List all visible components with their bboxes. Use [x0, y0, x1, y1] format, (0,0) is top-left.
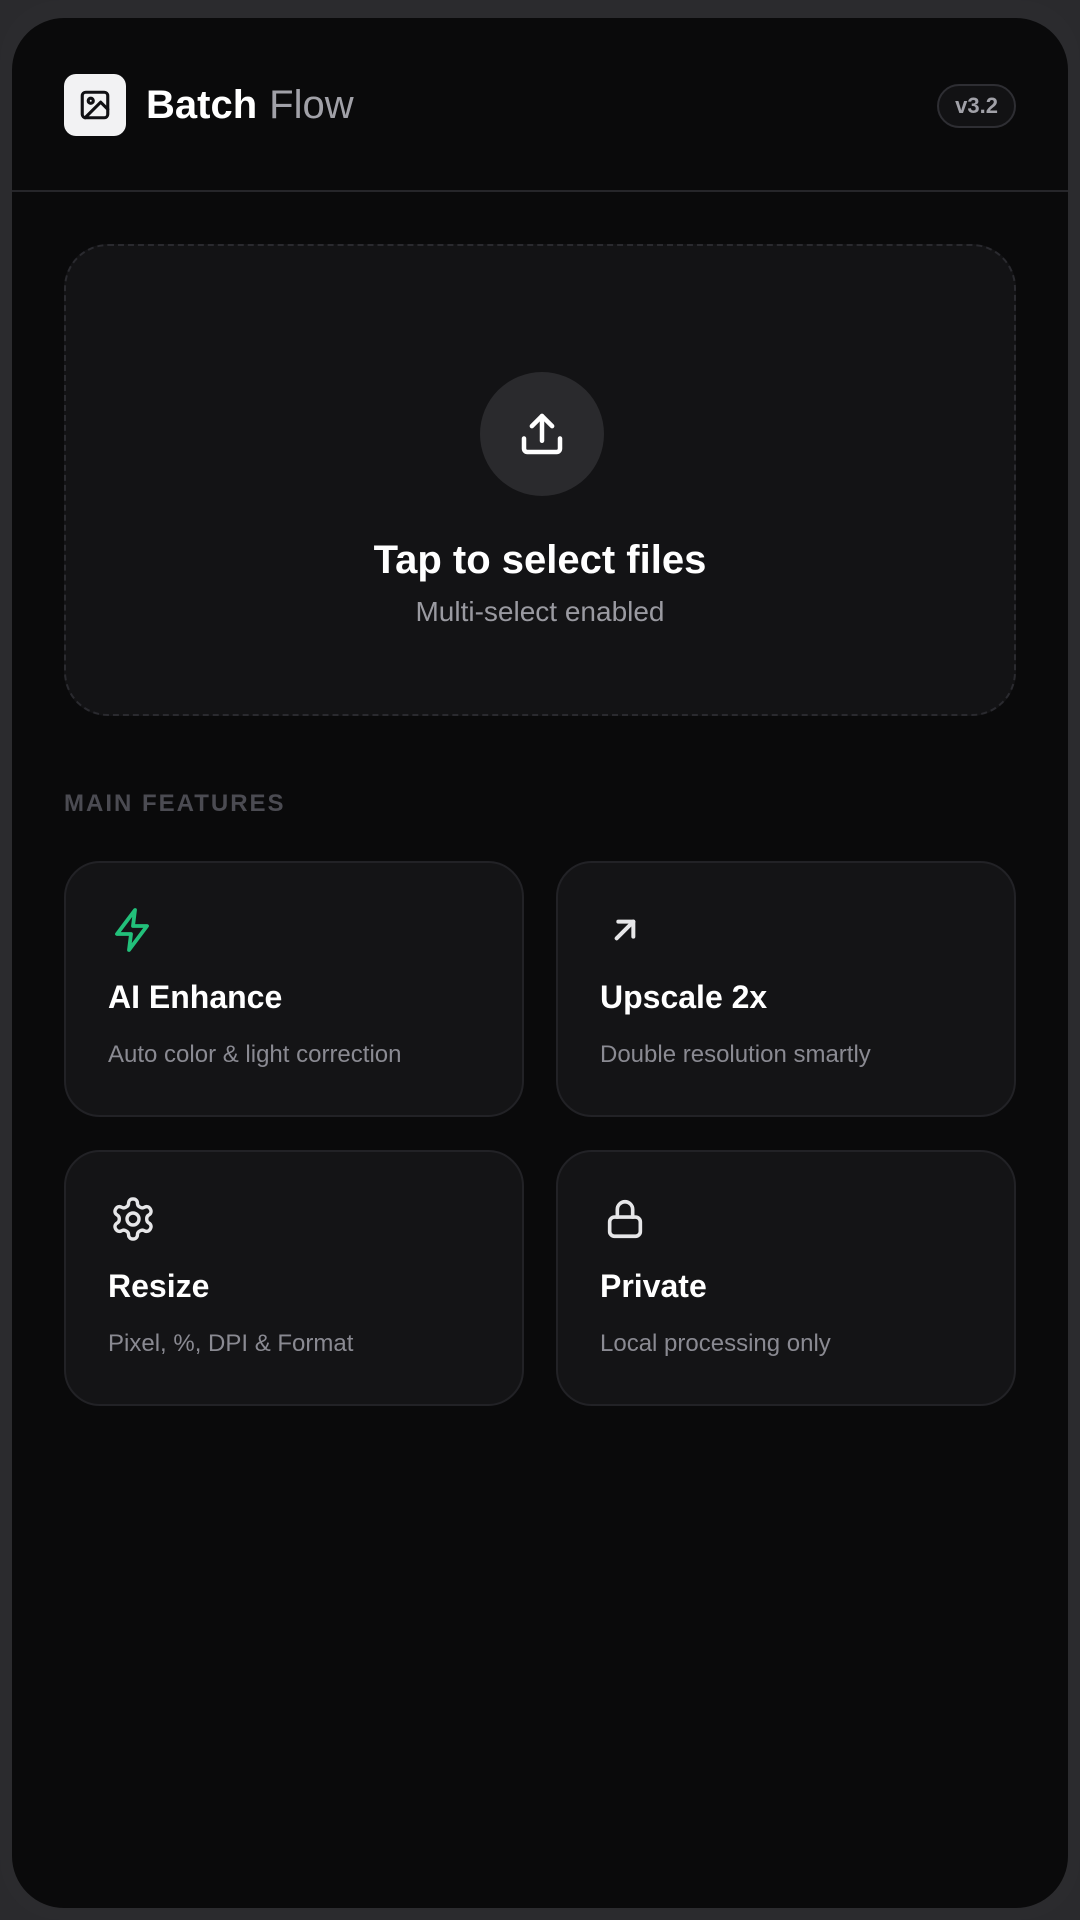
feature-card-upscale[interactable]: Upscale 2x Double resolution smartly: [556, 861, 1016, 1117]
app-screen: Batch Flow v3.2 Tap to select files Multi…: [12, 18, 1068, 1908]
feature-title: AI Enhance: [108, 979, 283, 1015]
lock-icon: [600, 1194, 650, 1244]
device-frame: Batch Flow v3.2 Tap to select files Multi…: [0, 0, 1080, 1920]
dropzone-title: Tap to select files: [373, 538, 707, 582]
app-title: Batch Flow: [146, 80, 354, 130]
feature-description: Auto color & light correction: [108, 1041, 402, 1068]
gear-icon: [108, 1194, 158, 1244]
arrow-up-right-icon: [600, 905, 650, 955]
feature-card-private[interactable]: Private Local processing only: [556, 1150, 1016, 1406]
feature-title: Resize: [108, 1268, 210, 1304]
feature-description: Double resolution smartly: [600, 1041, 871, 1068]
feature-title: Upscale 2x: [600, 979, 768, 1015]
feature-card-ai-enhance[interactable]: AI Enhance Auto color & light correction: [64, 861, 524, 1117]
upload-icon: [521, 413, 563, 455]
dropzone-subtitle: Multi-select enabled: [415, 596, 665, 627]
brand-name: Batch: [146, 83, 258, 127]
version-badge: v3.2: [937, 84, 1016, 128]
feature-title: Private: [600, 1268, 707, 1304]
app-header: Batch Flow v3.2: [12, 18, 1068, 192]
section-label-main-features: MAIN FEATURES: [64, 790, 286, 817]
feature-description: Pixel, %, DPI & Format: [108, 1330, 354, 1357]
image-icon: [80, 90, 110, 120]
feature-description: Local processing only: [600, 1330, 831, 1357]
app-logo: [64, 74, 126, 136]
bolt-icon: [108, 905, 158, 955]
upload-button[interactable]: [480, 372, 604, 496]
file-dropzone[interactable]: Tap to select files Multi-select enabled: [64, 244, 1016, 716]
brand-suffix: Flow: [269, 83, 354, 127]
feature-card-resize[interactable]: Resize Pixel, %, DPI & Format: [64, 1150, 524, 1406]
